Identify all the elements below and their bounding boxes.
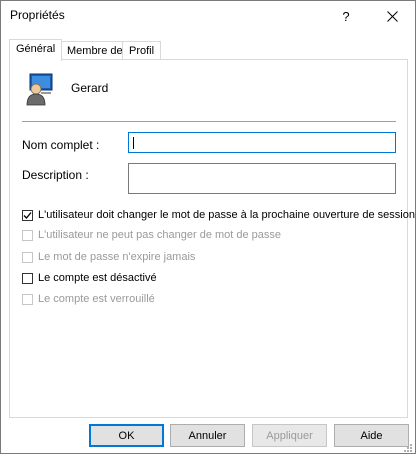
checkbox-account-locked: Le compte est verrouillé [22, 291, 155, 307]
checkbox-account-disabled[interactable]: Le compte est désactivé [22, 270, 157, 286]
checkbox-label: L'utilisateur ne peut pas changer de mot… [38, 229, 282, 241]
tab-member-of[interactable]: Membre de [60, 41, 130, 60]
user-icon [26, 73, 53, 106]
checkbox-label: L'utilisateur doit changer le mot de pas… [38, 209, 415, 221]
help-title-button[interactable]: ? [323, 1, 369, 31]
checkbox-must-change-password[interactable]: L'utilisateur doit changer le mot de pas… [22, 207, 415, 223]
checkbox-label: Le compte est verrouillé [38, 293, 155, 305]
text-caret [133, 137, 134, 149]
checkbox-box [22, 293, 33, 305]
title-bar[interactable]: Propriétés ? [1, 1, 415, 31]
close-button[interactable] [369, 1, 415, 31]
separator [22, 121, 396, 122]
description-label: Description : [22, 168, 89, 182]
properties-dialog: Propriétés ? Général Membre de Profil Ge… [0, 0, 416, 454]
checkbox-box [22, 229, 33, 241]
full-name-label: Nom complet : [22, 138, 100, 152]
checkbox-label: Le mot de passe n'expire jamais [38, 251, 196, 263]
help-button[interactable]: Aide [334, 424, 409, 447]
checkbox-box[interactable] [22, 209, 33, 221]
full-name-input[interactable] [128, 132, 396, 153]
tab-profile[interactable]: Profil [122, 41, 162, 60]
user-name: Gerard [71, 81, 109, 95]
dialog-title: Propriétés [10, 8, 65, 22]
checkbox-cannot-change-password: L'utilisateur ne peut pas changer de mot… [22, 227, 281, 243]
general-tab-panel: Gerard Nom complet : Description : L'uti… [9, 59, 415, 418]
description-input[interactable] [128, 163, 396, 194]
close-icon [386, 10, 398, 22]
checkbox-box [22, 251, 33, 263]
checkbox-box[interactable] [22, 272, 33, 284]
cancel-button[interactable]: Annuler [170, 424, 245, 447]
checkbox-label: Le compte est désactivé [38, 272, 157, 284]
resize-grip-icon[interactable] [401, 441, 413, 453]
tab-general[interactable]: Général [9, 39, 63, 61]
checkmark-icon [23, 211, 32, 219]
apply-button: Appliquer [252, 424, 327, 447]
checkbox-password-never-expires: Le mot de passe n'expire jamais [22, 249, 195, 265]
ok-button[interactable]: OK [89, 424, 164, 447]
